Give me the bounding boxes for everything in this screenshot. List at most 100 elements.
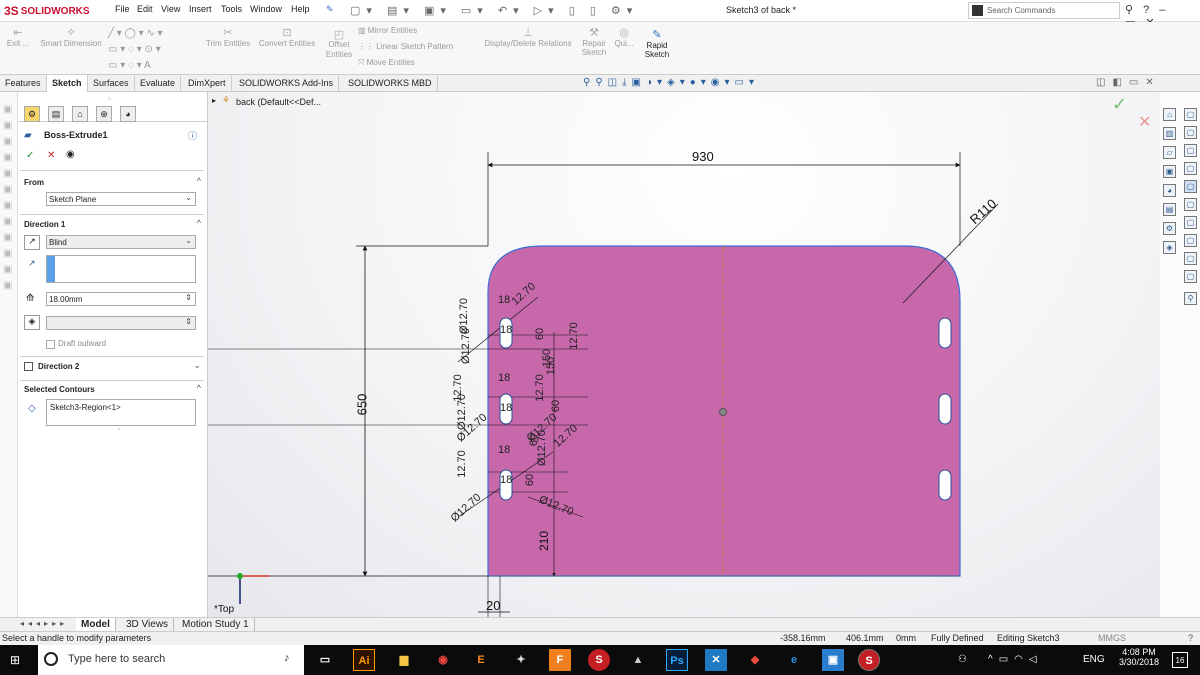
search-commands-input[interactable]: Search Commands <box>968 2 1120 19</box>
collapse-handle[interactable]: ◦ <box>108 94 111 103</box>
direction2-checkbox[interactable] <box>24 362 33 371</box>
slot-dim-label[interactable]: 18 <box>498 372 510 384</box>
view-top-icon[interactable]: ▢ <box>1184 180 1197 193</box>
viewport-controls[interactable]: ◫◧▭✕ <box>1096 77 1161 88</box>
file-explorer-icon[interactable]: ▆ <box>393 649 415 671</box>
edge-icon[interactable]: e <box>783 649 805 671</box>
sketch-entities-group[interactable]: ╱ ▾ ◯ ▾ ∿ ▾ ▭ ▾ ◌ ▾ ⊙ ▾ ▭ ▾ ◌ ▾ A <box>108 26 200 74</box>
slot-dim-label[interactable]: 12.70 <box>568 322 580 350</box>
repair-sketch-button[interactable]: ⚒ Repair Sketch <box>578 26 610 57</box>
dim-height-label[interactable]: 650 <box>354 394 369 416</box>
slot-dim-label[interactable]: 60 <box>524 474 536 486</box>
contours-collapse-icon[interactable]: ^ <box>197 383 201 393</box>
view-iso-icon[interactable]: ▢ <box>1184 216 1197 229</box>
reverse-direction-icon[interactable]: ↗ <box>24 235 40 250</box>
appearances-icon[interactable]: ◕ <box>1163 184 1176 197</box>
status-help-icon[interactable]: ? <box>1188 633 1193 643</box>
direction1-collapse-icon[interactable]: ^ <box>197 218 201 228</box>
menu-tools[interactable]: Tools <box>221 4 242 14</box>
file-explorer-icon[interactable]: ▱ <box>1163 146 1176 159</box>
tab-model[interactable]: Model <box>76 618 116 632</box>
app-icon[interactable]: ◆ <box>744 649 766 671</box>
view-back-icon[interactable]: ▢ <box>1184 126 1197 139</box>
convert-entities-button[interactable]: ⊡ Convert Entities <box>256 26 318 48</box>
from-select[interactable]: Sketch Plane ⌄ <box>46 192 196 206</box>
view-trimetric-icon[interactable]: ▢ <box>1184 252 1197 265</box>
slot-dim-label[interactable]: 18 <box>498 444 510 456</box>
language-indicator[interactable]: ENG <box>1083 654 1105 665</box>
selected-contours-list[interactable]: Sketch3-Region<1> <box>46 399 196 426</box>
slot-dim-label[interactable]: 12.70 <box>534 374 546 402</box>
menu-edit[interactable]: Edit <box>137 4 153 14</box>
normal-to-icon[interactable]: ▢ <box>1184 270 1197 283</box>
tab-evaluate[interactable]: Evaluate <box>135 75 182 92</box>
tab-scroll-arrows[interactable]: ◂◂◂▸▸▸ <box>20 619 68 628</box>
solidworks-logo[interactable]: 3S SOLIDWORKS <box>4 3 90 19</box>
slot-dim-label[interactable]: Ø12.70 <box>536 430 548 466</box>
windows-start-icon[interactable]: ⊞ <box>10 653 20 667</box>
solidworks-resources-icon[interactable]: ◈ <box>1163 241 1176 254</box>
view-bottom-icon[interactable]: ▢ <box>1184 198 1197 211</box>
menu-view[interactable]: View <box>161 4 180 14</box>
offset-entities-button[interactable]: ◰ Offset Entities <box>322 30 356 60</box>
cancel-x-icon[interactable]: ✕ <box>47 150 55 161</box>
rapid-sketch-button[interactable]: ✎ Rapid Sketch <box>640 28 674 59</box>
from-collapse-icon[interactable]: ^ <box>197 176 201 186</box>
draft-icon[interactable]: ◈ <box>24 315 40 330</box>
link-view-icon[interactable]: ⚲ <box>1184 292 1197 305</box>
app-icon[interactable]: ▲ <box>627 649 649 671</box>
view-dimetric-icon[interactable]: ▢ <box>1184 234 1197 247</box>
dim-bottom-label[interactable]: 210 <box>537 531 551 551</box>
preview-eye-icon[interactable]: ◉ <box>66 149 75 160</box>
photoshop-icon[interactable]: Ps <box>666 649 688 671</box>
quick-access-toolbar[interactable]: ▢▾ ▤▾ ▣▾ ▭▾ ↶▾ ▷▾ ▯ ▯ ⚙▾ <box>350 4 638 17</box>
help-icon[interactable]: ⓘ <box>188 129 197 142</box>
quick-snaps-button[interactable]: ◎ Qui... <box>612 26 636 48</box>
taskbar-search-box[interactable]: Type here to search ♪ <box>38 645 304 675</box>
notification-center-icon[interactable]: 16 <box>1172 652 1188 668</box>
home-icon[interactable]: ⌂ <box>1163 108 1176 121</box>
slot-dim-label[interactable]: 18 <box>500 402 512 414</box>
f-app-icon[interactable]: F <box>549 649 571 671</box>
direction2-expand-icon[interactable]: ⌄ <box>193 360 201 371</box>
app-icon[interactable]: ✦ <box>510 649 532 671</box>
trim-entities-button[interactable]: ✂ Trim Entities <box>202 26 254 48</box>
direction-vector-field[interactable] <box>46 255 196 283</box>
status-units[interactable]: MMGS <box>1098 633 1126 643</box>
app-icon[interactable]: ▣ <box>822 649 844 671</box>
slot-dim-label[interactable]: 18 <box>498 294 510 306</box>
mirror-entities-button[interactable]: ▥ Mirror Entities <box>358 26 458 35</box>
resize-handle[interactable]: ◦ <box>118 426 120 433</box>
tab-addins[interactable]: SOLIDWORKS Add-Ins <box>234 75 340 92</box>
depth-spinbox[interactable]: 18.00mm ⇕ <box>46 292 196 306</box>
view-front-icon[interactable]: ▢ <box>1184 108 1197 121</box>
feature-manager-tab-icon[interactable]: ⚙ <box>24 106 40 122</box>
task-view-icon[interactable]: ▭ <box>314 649 336 671</box>
tab-motion-study[interactable]: Motion Study 1 <box>177 618 255 632</box>
heads-up-view-toolbar[interactable]: ⚲⚲◫⤓▣◑▾◈▾●▾◉▾▭▾ <box>583 77 759 88</box>
dimxpert-tab-icon[interactable]: ⊕ <box>96 106 112 122</box>
end-condition-select[interactable]: Blind ⌄ <box>46 235 196 249</box>
chrome-icon[interactable]: ◉ <box>432 649 454 671</box>
slot-dim-label[interactable]: 60 <box>534 328 546 340</box>
exit-sketch-button[interactable]: ⇤ Exit ... <box>4 26 32 48</box>
forum-icon[interactable]: ⚙ <box>1163 222 1176 235</box>
tab-dimxpert[interactable]: DimXpert <box>183 75 232 92</box>
move-entities-button[interactable]: ⤧ Move Entities <box>358 58 458 68</box>
graphics-area[interactable]: ▸ ⚘ back (Default<<Def... ✓ ✕ 930 650 R1… <box>208 92 1160 617</box>
tab-surfaces[interactable]: Surfaces <box>88 75 135 92</box>
display-delete-relations-button[interactable]: ⊥ Display/Delete Relations <box>480 26 576 48</box>
property-manager-tab-icon[interactable]: ▤ <box>48 106 64 122</box>
tab-mbd[interactable]: SOLIDWORKS MBD <box>343 75 438 92</box>
draft-angle-spinbox[interactable]: ⇕ <box>46 316 196 330</box>
linear-pattern-button[interactable]: ⋮⋮ Linear Sketch Pattern <box>358 42 468 51</box>
view-left-icon[interactable]: ▢ <box>1184 144 1197 157</box>
ok-check-icon[interactable]: ✓ <box>26 150 34 161</box>
slot-dim-label[interactable]: 12.70 <box>456 450 468 478</box>
view-palette-icon[interactable]: ▣ <box>1163 165 1176 178</box>
smart-dimension-button[interactable]: ⟡ Smart Dimension <box>36 26 106 48</box>
menu-help[interactable]: Help <box>291 4 310 14</box>
microphone-icon[interactable]: ♪ <box>284 652 290 664</box>
display-manager-tab-icon[interactable]: ◕ <box>120 106 136 122</box>
custom-properties-icon[interactable]: ▤ <box>1163 203 1176 216</box>
